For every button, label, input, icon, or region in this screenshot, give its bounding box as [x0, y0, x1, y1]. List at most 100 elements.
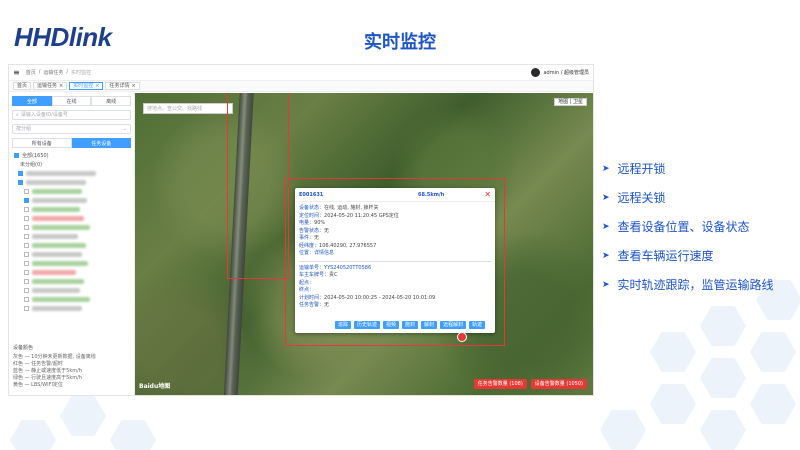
tree-checkbox[interactable] [24, 234, 29, 239]
tree-checkbox[interactable] [18, 180, 23, 185]
remote-unseal-button[interactable]: 远程解封 [440, 321, 467, 329]
breadcrumb: 首页 / 运输任务 / 实时监控 [26, 69, 91, 76]
field-label: 车主车牌号： [299, 272, 330, 278]
device-status-section: 设备状态：在线, 运动, 施封, 锁杆关 定位时间：2024-05-20 11:… [295, 202, 495, 261]
hex-decoration [650, 384, 696, 424]
tree-leaf[interactable] [12, 223, 131, 232]
task-line: 起点： [299, 280, 491, 288]
slide: HHDlink 实时监控 ≡ 首页 / 运输任务 / 实时监控 admin / … [0, 0, 800, 450]
tab-label: 运输任务 [37, 83, 58, 89]
close-icon[interactable]: × [59, 83, 63, 89]
tree-checkbox[interactable] [24, 207, 29, 212]
tree-leaf[interactable] [12, 214, 131, 223]
tree-checkbox[interactable] [24, 189, 29, 194]
tree-leaf[interactable] [12, 196, 131, 205]
tree-leaf[interactable] [12, 205, 131, 214]
tree-checkbox[interactable] [24, 297, 29, 302]
redacted-text [26, 171, 96, 176]
filter-offline[interactable]: 离线 [91, 96, 132, 106]
tree-leaf[interactable] [12, 268, 131, 277]
close-icon[interactable]: ✕ [484, 190, 491, 199]
tree-checkbox[interactable] [24, 216, 29, 221]
task-line: 任务告警：无 [299, 302, 491, 310]
group-select-value: 按分组 [16, 125, 32, 132]
track-button[interactable]: 追踪 [335, 321, 352, 329]
legend-item: 蓝色 — 静止或速度低于5km/h [13, 368, 82, 374]
status-line: 经纬度：106.40290, 27.976557 [299, 243, 491, 251]
breadcrumb-home[interactable]: 首页 [26, 69, 36, 76]
avatar [531, 68, 541, 77]
tree-root[interactable]: 全部(1650) [12, 151, 131, 160]
device-search-input[interactable]: ⌕ 请输入设备ID/设备号 [12, 110, 131, 120]
tree-node[interactable]: 未分组(0) [12, 160, 131, 169]
app-window: ≡ 首页 / 运输任务 / 实时监控 admin / 超级管理员 首页 运输任务… [8, 64, 594, 396]
tab-task-devices[interactable]: 任务设备 [71, 138, 131, 148]
tree-checkbox[interactable] [24, 288, 29, 293]
breadcrumb-separator: / [66, 69, 69, 75]
user-menu[interactable]: admin / 超级管理员 [531, 68, 589, 77]
task-number-link[interactable]: YYS240520TT0586 [324, 265, 371, 271]
legend-item: 灰色 — 10分钟未更新数据, 设备离线 [13, 354, 96, 360]
tree-leaf[interactable] [12, 250, 131, 259]
menu-icon[interactable]: ≡ [13, 68, 20, 77]
history-track-button[interactable]: 历史轨迹 [354, 321, 381, 329]
tree-checkbox[interactable] [24, 270, 29, 275]
hex-decoration [10, 420, 56, 450]
tree-node[interactable] [12, 178, 131, 187]
vehicle-marker-icon[interactable] [457, 332, 467, 342]
tree-leaf[interactable] [12, 232, 131, 241]
tree-leaf[interactable] [12, 286, 131, 295]
location-link[interactable]: 详情信息 [314, 250, 334, 256]
map-search-input[interactable]: 搜地点、查公交、找路线 [143, 103, 233, 114]
tree-checkbox[interactable] [18, 171, 23, 176]
tree-leaf[interactable] [12, 259, 131, 268]
field-label: 终点： [299, 287, 315, 293]
task-line: 计划时间：2024-05-20 10:00:25 - 2024-05-20 10… [299, 295, 491, 303]
group-select[interactable]: 按分组 ⌄ [12, 124, 131, 134]
tree-checkbox[interactable] [24, 306, 29, 311]
seal-button[interactable]: 施封 [402, 321, 419, 329]
tree-checkbox[interactable] [24, 252, 29, 257]
trajectory-button[interactable]: 轨迹 [469, 321, 486, 329]
field-label: 任务告警： [299, 302, 325, 308]
task-alarm-button[interactable]: 任务告警数量 (108) [473, 379, 527, 389]
filter-all[interactable]: 全部 [12, 96, 52, 106]
unseal-button[interactable]: 解封 [421, 321, 438, 329]
tree-checkbox[interactable] [24, 261, 29, 266]
filter-online[interactable]: 在线 [51, 96, 92, 106]
tree-checkbox[interactable] [24, 243, 29, 248]
tree-leaf[interactable] [12, 295, 131, 304]
video-button[interactable]: 视频 [383, 321, 400, 329]
field-label: 定位时间： [299, 212, 325, 219]
field-value: 贵C [329, 272, 338, 278]
tab-all-devices[interactable]: 所有设备 [12, 138, 72, 148]
tab-transport-tasks[interactable]: 运输任务 × [33, 82, 68, 90]
tree-leaf[interactable] [12, 304, 131, 313]
device-alarm-button[interactable]: 设备告警数量 (1050) [530, 379, 587, 389]
field-value: 无 [324, 302, 330, 308]
map-type-switch[interactable]: 地图 | 卫星 [554, 98, 587, 106]
tree-checkbox[interactable] [14, 153, 19, 158]
close-icon[interactable]: × [95, 83, 99, 89]
breadcrumb-tasks[interactable]: 运输任务 [43, 69, 63, 76]
feature-item: ➤ 查看车辆运行速度 [602, 241, 774, 270]
tree-leaf[interactable] [12, 241, 131, 250]
tree-checkbox[interactable] [24, 225, 29, 230]
tab-task-detail[interactable]: 任务详情 × [105, 82, 140, 90]
tree-node[interactable] [12, 169, 131, 178]
tree-checkbox[interactable] [24, 198, 29, 203]
satellite-map[interactable]: 搜地点、查公交、找路线 地图 | 卫星 E001631 68.5km/h ✕ 设… [135, 93, 593, 395]
redacted-text [32, 270, 76, 275]
close-icon[interactable]: × [131, 83, 135, 89]
redacted-text [32, 189, 82, 194]
status-filter: 全部 在线 离线 [12, 96, 132, 106]
tab-home[interactable]: 首页 [13, 82, 32, 90]
tab-realtime-monitor[interactable]: 实时监控 × [69, 82, 104, 90]
tree-leaf[interactable] [12, 277, 131, 286]
redacted-text [32, 198, 87, 203]
tree-leaf[interactable] [12, 187, 131, 196]
arrow-right-icon: ➤ [602, 221, 610, 231]
tree-checkbox[interactable] [24, 279, 29, 284]
field-label: 位置： [299, 250, 315, 256]
redacted-text [32, 261, 88, 266]
